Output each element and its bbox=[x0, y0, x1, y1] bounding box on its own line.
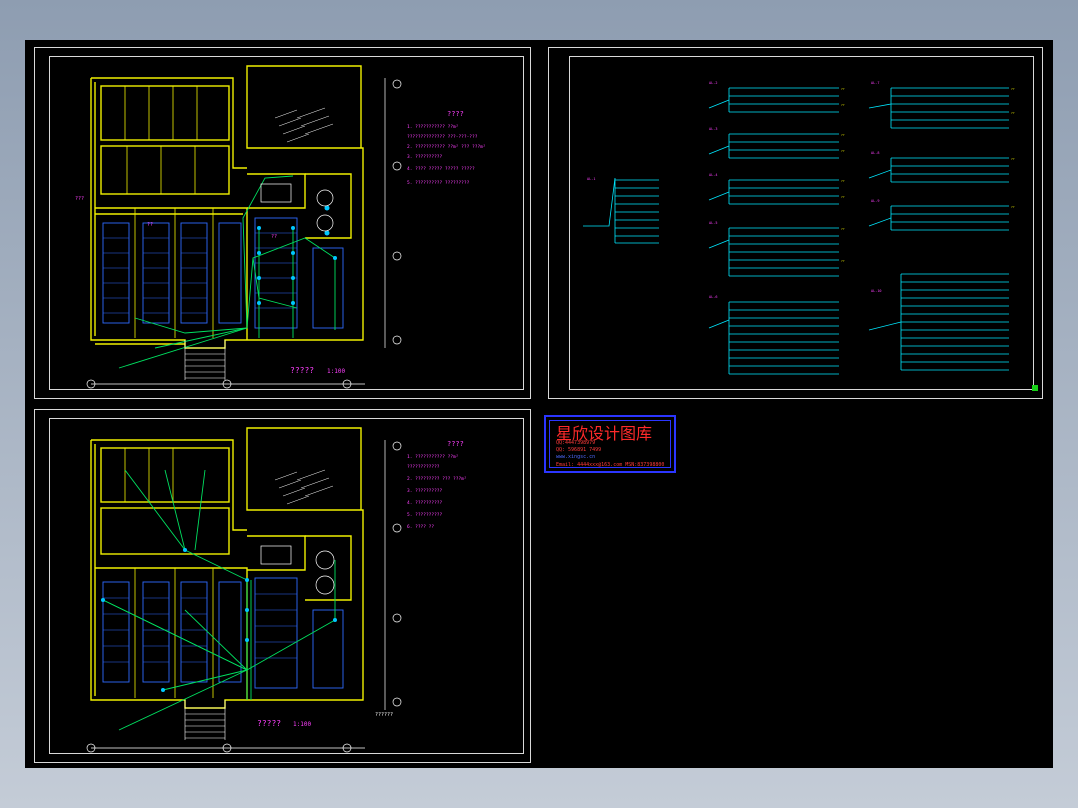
power-plan-drawing: ????? 1:100 ?????? ???? 1. ??????????? ?… bbox=[86, 427, 467, 753]
svg-text:??: ?? bbox=[841, 227, 845, 231]
lighting-note: ?????????????? ???-???-??? bbox=[407, 134, 478, 140]
svg-text:AL-6: AL-6 bbox=[709, 295, 717, 299]
svg-text:??: ?? bbox=[841, 259, 845, 263]
sheet-power-plan: ????? 1:100 ?????? ???? 1. ??????????? ?… bbox=[34, 409, 531, 763]
lighting-plan-drawing: ??????? ????? 1:100 ???? 1. ??????????? … bbox=[75, 65, 486, 389]
power-note: 6. ???? ?? bbox=[407, 524, 434, 530]
svg-text:AL-9: AL-9 bbox=[871, 199, 879, 203]
svg-text:???: ??? bbox=[75, 196, 84, 202]
power-plan-title: ????? bbox=[257, 719, 281, 728]
svg-text:??: ?? bbox=[841, 195, 845, 199]
logo-qq-2: QQ: 596891 7499 bbox=[556, 447, 602, 453]
power-note: 5. ?????????? bbox=[407, 512, 443, 518]
svg-text:??: ?? bbox=[147, 222, 153, 228]
lighting-plan-title: ????? bbox=[290, 366, 314, 375]
lighting-notes-heading: ???? bbox=[447, 110, 464, 118]
svg-text:??: ?? bbox=[1011, 111, 1015, 115]
svg-text:??: ?? bbox=[271, 234, 277, 240]
svg-text:??: ?? bbox=[1011, 87, 1015, 91]
svg-text:??: ?? bbox=[841, 179, 845, 183]
lighting-plan-scale: 1:100 bbox=[327, 368, 345, 375]
svg-text:AL-5: AL-5 bbox=[709, 221, 717, 225]
power-note: 4. ?????????? bbox=[407, 500, 443, 506]
svg-text:??: ?? bbox=[1011, 205, 1015, 209]
logo-url: www.xingsc.cn bbox=[556, 454, 596, 460]
lighting-note: 5. ?????????? ????????? bbox=[407, 180, 470, 186]
svg-text:AL-8: AL-8 bbox=[871, 151, 879, 155]
svg-text:??: ?? bbox=[841, 103, 845, 107]
svg-text:AL-1: AL-1 bbox=[587, 177, 595, 181]
svg-text:??: ?? bbox=[1011, 157, 1015, 161]
svg-text:??: ?? bbox=[841, 133, 845, 137]
sheet-distribution-diagram: AL-1 AL-2 AL-3 AL-4 AL-5 AL-6 AL-7 AL-8 AL-9 AL… bbox=[548, 47, 1043, 399]
svg-text:AL-10: AL-10 bbox=[871, 289, 882, 293]
lighting-note: 4. ???? ????? ????? ????? bbox=[407, 166, 475, 172]
svg-text:AL-3: AL-3 bbox=[709, 127, 717, 131]
svg-text:AL-7: AL-7 bbox=[871, 81, 879, 85]
cad-viewport[interactable]: ??????? ????? 1:100 ???? 1. ??????????? … bbox=[25, 40, 1053, 768]
svg-text:??: ?? bbox=[841, 87, 845, 91]
logo-email: Email: 4444xxx@163.com MSN:837398800 bbox=[556, 462, 665, 468]
svg-text:AL-2: AL-2 bbox=[709, 81, 717, 85]
lighting-note: 3. ?????????? bbox=[407, 154, 443, 160]
power-note: ???????????? bbox=[407, 464, 440, 470]
power-notes-heading: ???? bbox=[447, 440, 464, 448]
lighting-note: 2. ??????????? ??m² ??? ???m² bbox=[407, 144, 486, 150]
power-plan-extra-label: ?????? bbox=[375, 712, 393, 718]
sheet-lighting-plan: ??????? ????? 1:100 ???? 1. ??????????? … bbox=[34, 47, 531, 399]
logo-qq-1: QQ:4447398979 bbox=[556, 440, 596, 446]
svg-text:??: ?? bbox=[841, 149, 845, 153]
ucs-marker-icon bbox=[1032, 385, 1038, 391]
power-note: 3. ?????????? bbox=[407, 488, 443, 494]
svg-text:AL-4: AL-4 bbox=[709, 173, 717, 177]
power-note: 2. ????????? ??? ???m² bbox=[407, 476, 467, 482]
watermark-logo: 星欣设计图库 QQ:4447398979 QQ: 596891 7499 www… bbox=[544, 415, 676, 473]
power-note: 1. ??????????? ??m² bbox=[407, 454, 458, 460]
power-plan-scale: 1:100 bbox=[293, 721, 311, 728]
lighting-note: 1. ??????????? ??m² bbox=[407, 124, 458, 130]
distribution-system-drawing: AL-1 AL-2 AL-3 AL-4 AL-5 AL-6 AL-7 AL-8 AL-9 AL… bbox=[583, 81, 1015, 375]
